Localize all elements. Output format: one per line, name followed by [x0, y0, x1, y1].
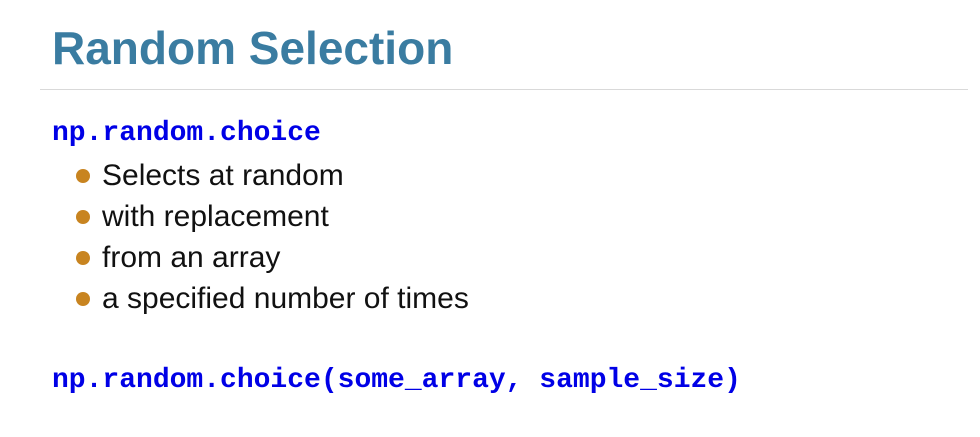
bullet-text: from an array	[102, 240, 281, 274]
bullet-text: Selects at random	[102, 158, 344, 192]
slide: Random Selection np.random.choice Select…	[0, 0, 980, 437]
title-divider	[40, 89, 968, 90]
slide-title: Random Selection	[52, 22, 454, 74]
list-item: Selects at random	[76, 155, 469, 196]
function-name-code: np.random.choice	[52, 118, 321, 149]
list-item: from an array	[76, 237, 469, 278]
bullet-dot-icon	[76, 291, 90, 306]
list-item: with replacement	[76, 196, 469, 237]
bullet-dot-icon	[76, 209, 90, 224]
bullet-dot-icon	[76, 250, 90, 265]
list-item: a specified number of times	[76, 278, 469, 319]
bullet-text: a specified number of times	[102, 281, 469, 315]
bullet-dot-icon	[76, 168, 90, 183]
bullet-list: Selects at random with replacement from …	[76, 155, 469, 319]
example-call-code: np.random.choice(some_array, sample_size…	[52, 365, 741, 396]
bullet-text: with replacement	[102, 199, 329, 233]
